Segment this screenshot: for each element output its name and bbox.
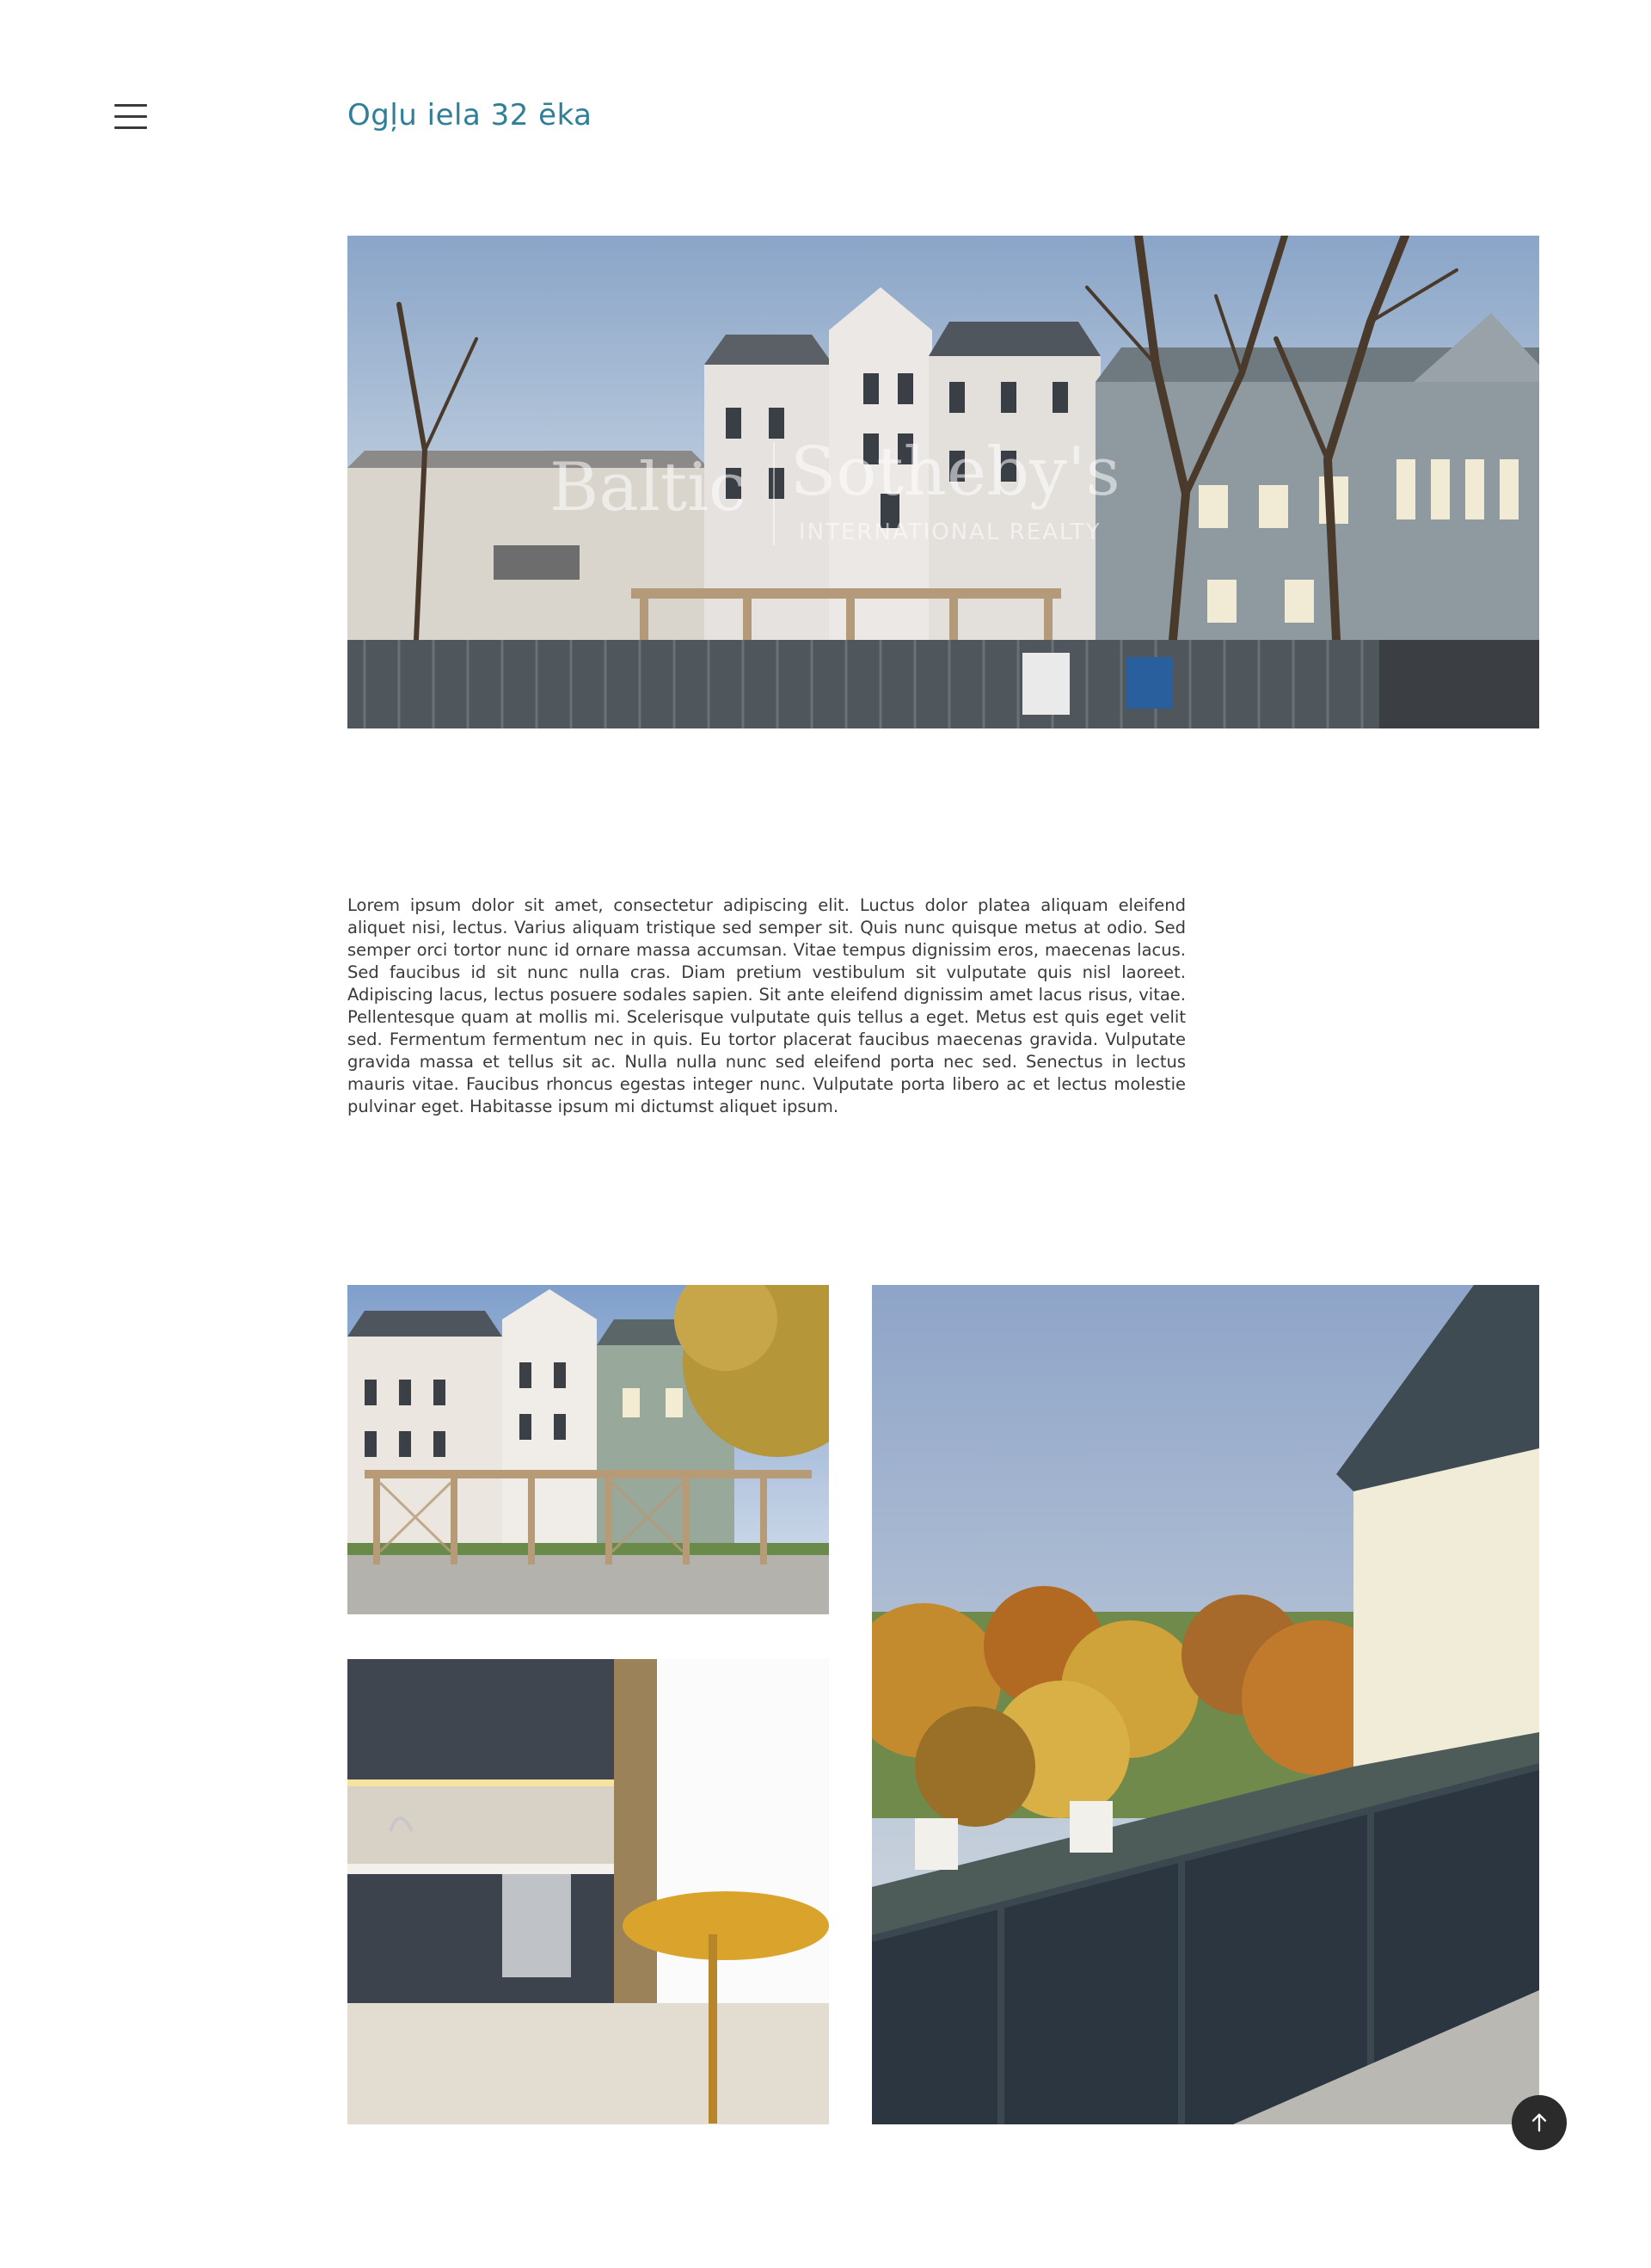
balcony-view-photo [872, 1285, 1539, 2124]
kitchen-illustration [347, 1659, 829, 2124]
balcony-illustration [872, 1285, 1539, 2124]
courtyard-illustration [347, 1285, 829, 1614]
hamburger-menu-icon[interactable] [114, 104, 147, 130]
arrow-up-icon [1531, 2113, 1547, 2132]
menu-line [114, 126, 147, 129]
property-description: Lorem ipsum dolor sit amet, consectetur … [347, 895, 1186, 1116]
courtyard-photo [347, 1285, 829, 1614]
kitchen-photo [347, 1659, 829, 2124]
menu-line [114, 115, 147, 118]
hero-building-photo: Baltic Sotheby's INTERNATIONAL REALTY [347, 236, 1539, 728]
page-title: Ogļu iela 32 ēka [347, 98, 592, 132]
menu-line [114, 104, 147, 107]
hero-building-illustration [347, 236, 1539, 728]
scroll-to-top-button[interactable] [1512, 2095, 1567, 2150]
